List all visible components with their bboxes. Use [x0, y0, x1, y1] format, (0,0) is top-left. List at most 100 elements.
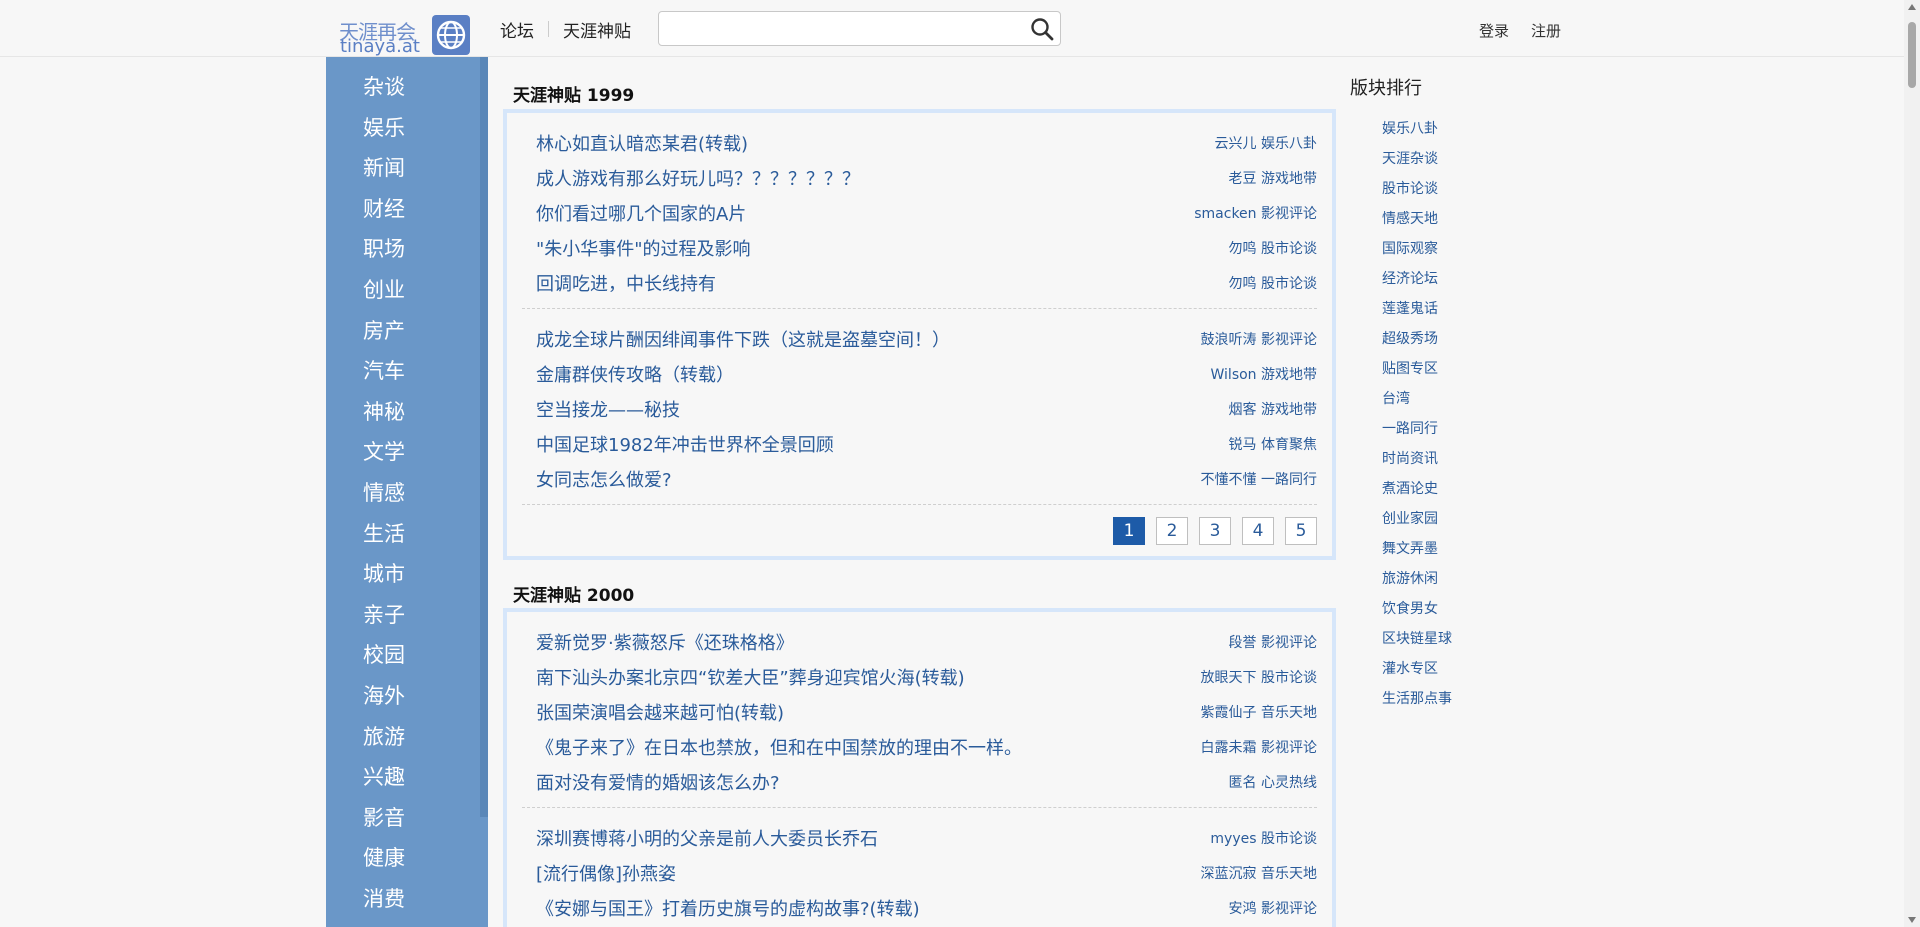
post-title-link[interactable]: 中国足球1982年冲击世界杯全景回顾 [536, 431, 834, 457]
post-title-link[interactable]: 回调吃进，中长线持有 [536, 270, 716, 296]
post-board-link[interactable]: 游戏地带 [1261, 367, 1317, 383]
ranking-board-link[interactable]: 时尚资讯 [1382, 444, 1550, 474]
nav-forum[interactable]: 论坛 [500, 17, 548, 42]
post-author-link[interactable]: 不懂不懂 [1201, 472, 1257, 488]
ranking-board-link[interactable]: 娱乐八卦 [1382, 114, 1550, 144]
post-title-link[interactable]: 《安娜与国王》打着历史旗号的虚构故事?(转载) [536, 895, 920, 921]
ranking-board-link[interactable]: 莲蓬鬼话 [1382, 294, 1550, 324]
post-author-link[interactable]: 放眼天下 [1201, 670, 1257, 686]
post-title-link[interactable]: 林心如直认暗恋某君(转载) [536, 130, 748, 156]
sidebar-scrollbar[interactable] [480, 57, 488, 817]
post-board-link[interactable]: 影视评论 [1261, 332, 1317, 348]
post-title-link[interactable]: 面对没有爱情的婚姻该怎么办? [536, 769, 780, 795]
page-button[interactable]: 4 [1242, 517, 1274, 545]
category-item[interactable]: 职场 [326, 229, 480, 270]
scrollbar-thumb[interactable] [1908, 22, 1916, 88]
ranking-board-link[interactable]: 舞文弄墨 [1382, 534, 1550, 564]
post-title-link[interactable]: 张国荣演唱会越来越可怕(转载) [536, 699, 784, 725]
post-board-link[interactable]: 游戏地带 [1261, 402, 1317, 418]
ranking-board-link[interactable]: 超级秀场 [1382, 324, 1550, 354]
ranking-board-link[interactable]: 天涯杂谈 [1382, 144, 1550, 174]
post-board-link[interactable]: 音乐天地 [1261, 705, 1317, 721]
scroll-up-icon[interactable] [1908, 4, 1916, 10]
category-item[interactable]: 体育 [326, 919, 480, 927]
post-board-link[interactable]: 体育聚焦 [1261, 437, 1317, 453]
post-board-link[interactable]: 娱乐八卦 [1261, 136, 1317, 152]
post-author-link[interactable]: 紫霞仙子 [1201, 705, 1257, 721]
post-author-link[interactable]: 烟客 [1229, 402, 1257, 418]
post-title-link[interactable]: 金庸群侠传攻略（转载） [536, 361, 734, 387]
scroll-down-icon[interactable] [1908, 917, 1916, 923]
ranking-board-link[interactable]: 创业家园 [1382, 504, 1550, 534]
ranking-board-link[interactable]: 经济论坛 [1382, 264, 1550, 294]
ranking-board-link[interactable]: 一路同行 [1382, 414, 1550, 444]
post-author-link[interactable]: smacken [1194, 206, 1256, 222]
post-author-link[interactable]: 安鸿 [1229, 901, 1257, 917]
post-title-link[interactable]: 女同志怎么做爱? [536, 466, 672, 492]
post-title-link[interactable]: 成人游戏有那么好玩儿吗？？？？？？？ [536, 165, 860, 191]
post-board-link[interactable]: 股市论谈 [1261, 831, 1317, 847]
post-board-link[interactable]: 股市论谈 [1261, 276, 1317, 292]
post-author-link[interactable]: 鼓浪听涛 [1201, 332, 1257, 348]
category-item[interactable]: 房产 [326, 311, 480, 352]
post-title-link[interactable]: [流行偶像]孙燕姿 [536, 860, 676, 886]
category-item[interactable]: 娱乐 [326, 108, 480, 149]
category-item[interactable]: 杂谈 [326, 67, 480, 108]
category-item[interactable]: 文学 [326, 432, 480, 473]
post-title-link[interactable]: 成龙全球片酬因绯闻事件下跌（这就是盗墓空间！） [536, 326, 950, 352]
category-item[interactable]: 影音 [326, 798, 480, 839]
nav-legend-posts[interactable]: 天涯神贴 [563, 17, 645, 42]
post-board-link[interactable]: 股市论谈 [1261, 670, 1317, 686]
post-board-link[interactable]: 一路同行 [1261, 472, 1317, 488]
post-board-link[interactable]: 影视评论 [1261, 740, 1317, 756]
login-link[interactable]: 登录 [1479, 20, 1509, 41]
post-author-link[interactable]: 勿鸣 [1229, 241, 1257, 257]
category-item[interactable]: 消费 [326, 879, 480, 920]
post-author-link[interactable]: 白露未霜 [1201, 740, 1257, 756]
post-title-link[interactable]: 你们看过哪几个国家的A片 [536, 200, 746, 226]
category-item[interactable]: 财经 [326, 189, 480, 230]
post-author-link[interactable]: 云兴儿 [1215, 136, 1257, 152]
ranking-board-link[interactable]: 贴图专区 [1382, 354, 1550, 384]
post-title-link[interactable]: "朱小华事件"的过程及影响 [536, 235, 751, 261]
ranking-board-link[interactable]: 旅游休闲 [1382, 564, 1550, 594]
post-board-link[interactable]: 影视评论 [1261, 635, 1317, 651]
category-item[interactable]: 旅游 [326, 717, 480, 758]
window-scrollbar[interactable] [1904, 0, 1920, 927]
category-item[interactable]: 情感 [326, 473, 480, 514]
category-item[interactable]: 亲子 [326, 595, 480, 636]
post-author-link[interactable]: 锐马 [1229, 437, 1257, 453]
ranking-board-link[interactable]: 股市论谈 [1382, 174, 1550, 204]
ranking-board-link[interactable]: 国际观察 [1382, 234, 1550, 264]
category-item[interactable]: 兴趣 [326, 757, 480, 798]
post-board-link[interactable]: 股市论谈 [1261, 241, 1317, 257]
ranking-board-link[interactable]: 生活那点事 [1382, 684, 1550, 714]
post-title-link[interactable]: 深圳赛博蒋小明的父亲是前人大委员长乔石 [536, 825, 878, 851]
ranking-board-link[interactable]: 饮食男女 [1382, 594, 1550, 624]
post-board-link[interactable]: 游戏地带 [1261, 171, 1317, 187]
ranking-board-link[interactable]: 情感天地 [1382, 204, 1550, 234]
category-item[interactable]: 创业 [326, 270, 480, 311]
category-item[interactable]: 生活 [326, 514, 480, 555]
page-button[interactable]: 3 [1199, 517, 1231, 545]
page-button[interactable]: 5 [1285, 517, 1317, 545]
category-item[interactable]: 神秘 [326, 392, 480, 433]
register-link[interactable]: 注册 [1531, 20, 1561, 41]
post-board-link[interactable]: 心灵热线 [1261, 775, 1317, 791]
post-title-link[interactable]: 空当接龙——秘技 [536, 396, 680, 422]
ranking-board-link[interactable]: 区块链星球 [1382, 624, 1550, 654]
post-board-link[interactable]: 影视评论 [1261, 901, 1317, 917]
post-title-link[interactable]: 《鬼子来了》在日本也禁放，但和在中国禁放的理由不一样。 [536, 734, 1022, 760]
ranking-board-link[interactable]: 煮酒论史 [1382, 474, 1550, 504]
post-author-link[interactable]: 老豆 [1229, 171, 1257, 187]
category-item[interactable]: 校园 [326, 635, 480, 676]
search-input[interactable] [667, 16, 1017, 41]
page-button[interactable]: 2 [1156, 517, 1188, 545]
post-author-link[interactable]: myyes [1210, 831, 1256, 847]
category-item[interactable]: 汽车 [326, 351, 480, 392]
post-author-link[interactable]: 勿鸣 [1229, 276, 1257, 292]
ranking-board-link[interactable]: 灌水专区 [1382, 654, 1550, 684]
post-author-link[interactable]: 匿名 [1229, 775, 1257, 791]
category-item[interactable]: 城市 [326, 554, 480, 595]
post-title-link[interactable]: 南下汕头办案北京四“钦差大臣”葬身迎宾馆火海(转载) [536, 664, 965, 690]
